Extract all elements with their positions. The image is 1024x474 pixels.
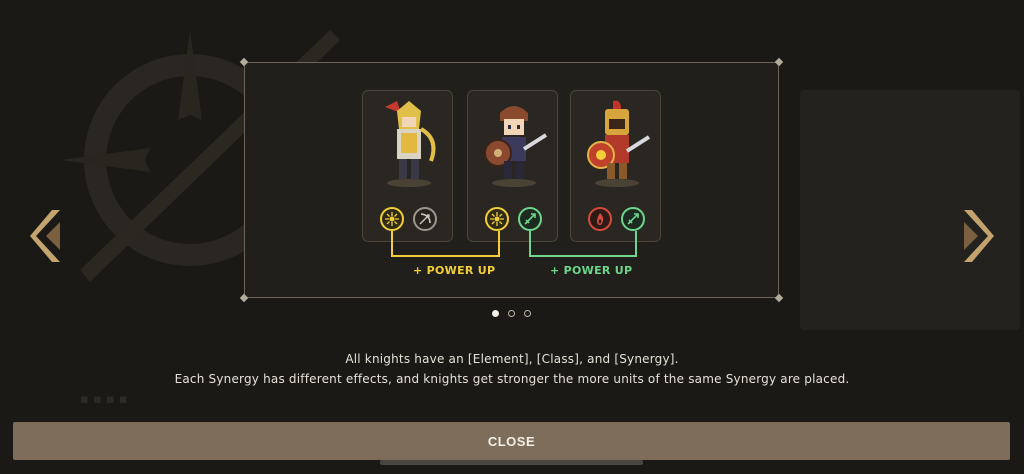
previous-arrow-icon[interactable] (30, 206, 66, 266)
fire-element-icon (588, 207, 612, 231)
lion-knight-sprite (385, 101, 436, 187)
page-dot-2[interactable] (508, 310, 515, 317)
power-up-label-right: + POWER UP (550, 264, 633, 277)
description-line-2: Each Synergy has different effects, and … (174, 372, 850, 386)
next-arrow-icon[interactable] (958, 206, 994, 266)
bow-class-icon (413, 207, 437, 231)
sun-knight-sprite (587, 100, 651, 187)
knight-card-sun (570, 90, 661, 242)
background-text: ▪ ▪ ▪ ▪ (80, 392, 128, 407)
home-indicator (380, 460, 643, 465)
light-element-icon (485, 207, 509, 231)
page-indicator (492, 310, 531, 317)
knight-card-lion (362, 90, 453, 242)
light-element-icon (380, 207, 404, 231)
page-dot-1[interactable] (492, 310, 499, 317)
page-dot-3[interactable] (524, 310, 531, 317)
tutorial-frame: + POWER UP + POWER UP (239, 57, 784, 303)
green-synergy-icon (518, 207, 542, 231)
description-line-1: All knights have an [Element], [Class], … (345, 352, 679, 366)
close-button[interactable]: CLOSE (13, 422, 1010, 460)
power-up-label-left: + POWER UP (413, 264, 496, 277)
frame-corner (774, 57, 784, 67)
light-synergy-connector (391, 231, 500, 257)
shield-knight-sprite (484, 106, 548, 187)
green-synergy-icon (621, 207, 645, 231)
knight-card-shield (467, 90, 558, 242)
frame-corner (774, 293, 784, 303)
green-synergy-connector (529, 231, 637, 257)
